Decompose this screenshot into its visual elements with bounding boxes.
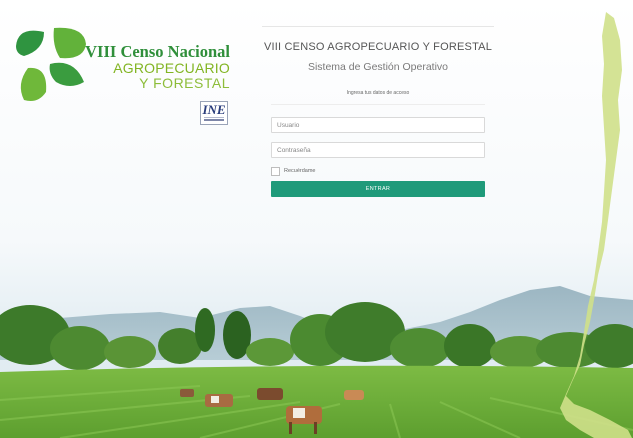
- page-title: VIII CENSO AGROPECUARIO Y FORESTAL: [263, 41, 493, 53]
- ine-logo-icon: INE: [200, 101, 228, 125]
- password-field[interactable]: [271, 142, 485, 158]
- login-page: VIII Censo Nacional AGROPECUARIO Y FORES…: [0, 0, 633, 438]
- logo-title-line1: VIII Censo Nacional: [85, 42, 230, 61]
- login-panel: VIII CENSO AGROPECUARIO Y FORESTAL Siste…: [262, 22, 494, 207]
- ine-logo-text: INE: [202, 102, 226, 117]
- divider: [262, 26, 494, 27]
- remember-checkbox[interactable]: [271, 167, 280, 176]
- green-leaves-icon: [16, 27, 86, 101]
- logo-title-line3: Y FORESTAL: [139, 75, 230, 91]
- page-subtitle: Sistema de Gestión Operativo: [307, 61, 449, 73]
- username-field[interactable]: [271, 117, 485, 133]
- login-button[interactable]: ENTRAR: [271, 181, 485, 197]
- remember-label: Recuérdame: [284, 168, 316, 174]
- divider: [271, 104, 485, 105]
- login-instructions: Ingresa tus datos de acceso: [346, 90, 410, 96]
- logo-title-line2: AGROPECUARIO: [113, 60, 230, 76]
